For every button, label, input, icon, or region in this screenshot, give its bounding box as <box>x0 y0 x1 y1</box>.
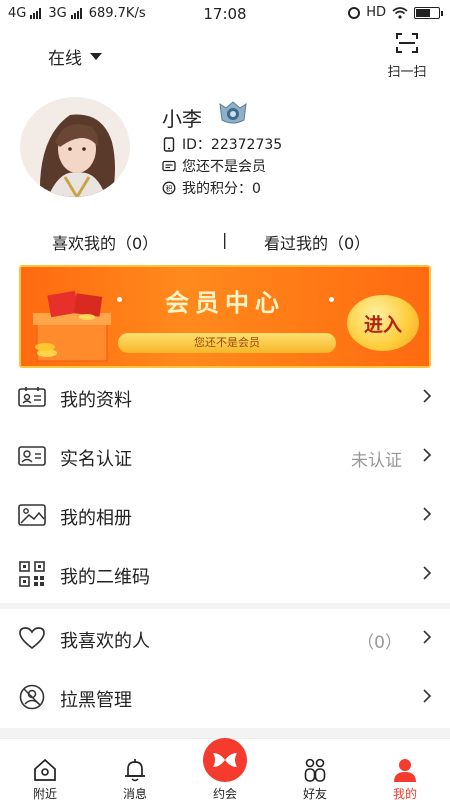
menu-label: 我的资料 <box>60 390 132 411</box>
likes-row: 喜欢我的（0） | 看过我的（0） <box>0 228 450 254</box>
member-status: 您还不是会员 <box>182 159 266 175</box>
person-icon <box>394 759 416 782</box>
username: 小李 <box>162 107 202 131</box>
heart-icon <box>18 625 46 651</box>
qr-code-icon <box>18 561 46 587</box>
menu-item-profile[interactable]: 我的资料 <box>0 368 450 426</box>
chevron-right-icon <box>422 629 432 649</box>
online-status-label: 在线 <box>48 49 82 69</box>
banner-subtitle: 您还不是会员 <box>118 333 336 353</box>
chevron-right-icon <box>422 447 432 467</box>
home-icon <box>34 758 56 781</box>
points-row: 积 我的积分：0 <box>162 178 261 198</box>
likes-separator: | <box>222 230 228 249</box>
points: 我的积分：0 <box>182 181 261 197</box>
phone-icon <box>162 136 176 152</box>
friends-icon <box>304 758 326 782</box>
tab-label: 我的 <box>392 787 417 800</box>
status-bar: 4G 3G 689.7K/s 17:08 HD <box>0 0 450 28</box>
tab-label: 约会 <box>212 787 237 800</box>
liked-count: （0） <box>357 633 402 653</box>
dating-logo-icon <box>213 753 237 767</box>
menu-label: 拉黑管理 <box>60 690 132 711</box>
menu-label: 我的二维码 <box>60 567 150 588</box>
id-card-icon <box>18 384 46 410</box>
tab-label: 消息 <box>122 787 147 800</box>
menu-item-verification[interactable]: 实名认证 未认证 <box>0 427 450 485</box>
tab-friends[interactable]: 好友 <box>270 739 360 800</box>
menu-item-blacklist[interactable]: 拉黑管理 <box>0 668 450 726</box>
chevron-right-icon <box>422 688 432 708</box>
avatar[interactable] <box>20 97 130 197</box>
user-id-row: ID：22372735 <box>162 134 282 154</box>
menu-label: 我喜欢的人 <box>60 631 150 652</box>
chevron-right-icon <box>422 565 432 585</box>
vip-badge-icon <box>218 100 248 130</box>
menu-item-liked-people[interactable]: 我喜欢的人 （0） <box>0 609 450 667</box>
verification-status: 未认证 <box>351 451 402 471</box>
online-status-dropdown[interactable]: 在线 <box>48 44 102 69</box>
chevron-right-icon <box>422 506 432 526</box>
tab-me[interactable]: 我的 <box>360 739 450 800</box>
menu-label: 实名认证 <box>60 449 132 470</box>
hd-indicator: HD <box>366 5 386 20</box>
tab-label: 好友 <box>302 787 327 800</box>
image-icon <box>18 502 46 528</box>
scan-button[interactable]: 扫一扫 <box>382 32 432 80</box>
status-right: HD <box>348 5 443 20</box>
liked-me-link[interactable]: 喜欢我的（0） <box>52 230 158 254</box>
enter-button[interactable]: 进入 <box>347 295 419 351</box>
scan-icon <box>396 33 418 53</box>
tab-messages[interactable]: 消息 <box>90 739 180 800</box>
caret-down-icon <box>90 53 102 60</box>
menu-item-album[interactable]: 我的相册 <box>0 486 450 544</box>
contact-card-icon <box>18 443 46 469</box>
user-id: ID：22372735 <box>182 137 283 153</box>
tab-label: 附近 <box>32 787 57 800</box>
svg-text:积: 积 <box>166 184 173 193</box>
dating-center-button[interactable] <box>203 738 247 782</box>
battery-icon <box>414 6 443 19</box>
points-icon: 积 <box>162 181 176 195</box>
viewed-me-link[interactable]: 看过我的（0） <box>264 230 370 254</box>
scan-label: 扫一扫 <box>387 65 427 80</box>
card-icon <box>162 159 176 173</box>
chevron-right-icon <box>422 388 432 408</box>
block-user-icon <box>18 684 46 710</box>
member-status-row: 您还不是会员 <box>162 156 266 176</box>
section-divider <box>0 728 450 738</box>
member-center-banner[interactable]: 会员中心 您还不是会员 进入 <box>19 265 431 368</box>
bell-icon <box>125 759 145 782</box>
menu-item-qrcode[interactable]: 我的二维码 <box>0 545 450 603</box>
tab-nearby[interactable]: 附近 <box>0 739 90 800</box>
menu-label: 我的相册 <box>60 508 132 529</box>
wifi-icon <box>392 6 408 19</box>
alarm-icon <box>348 6 361 19</box>
